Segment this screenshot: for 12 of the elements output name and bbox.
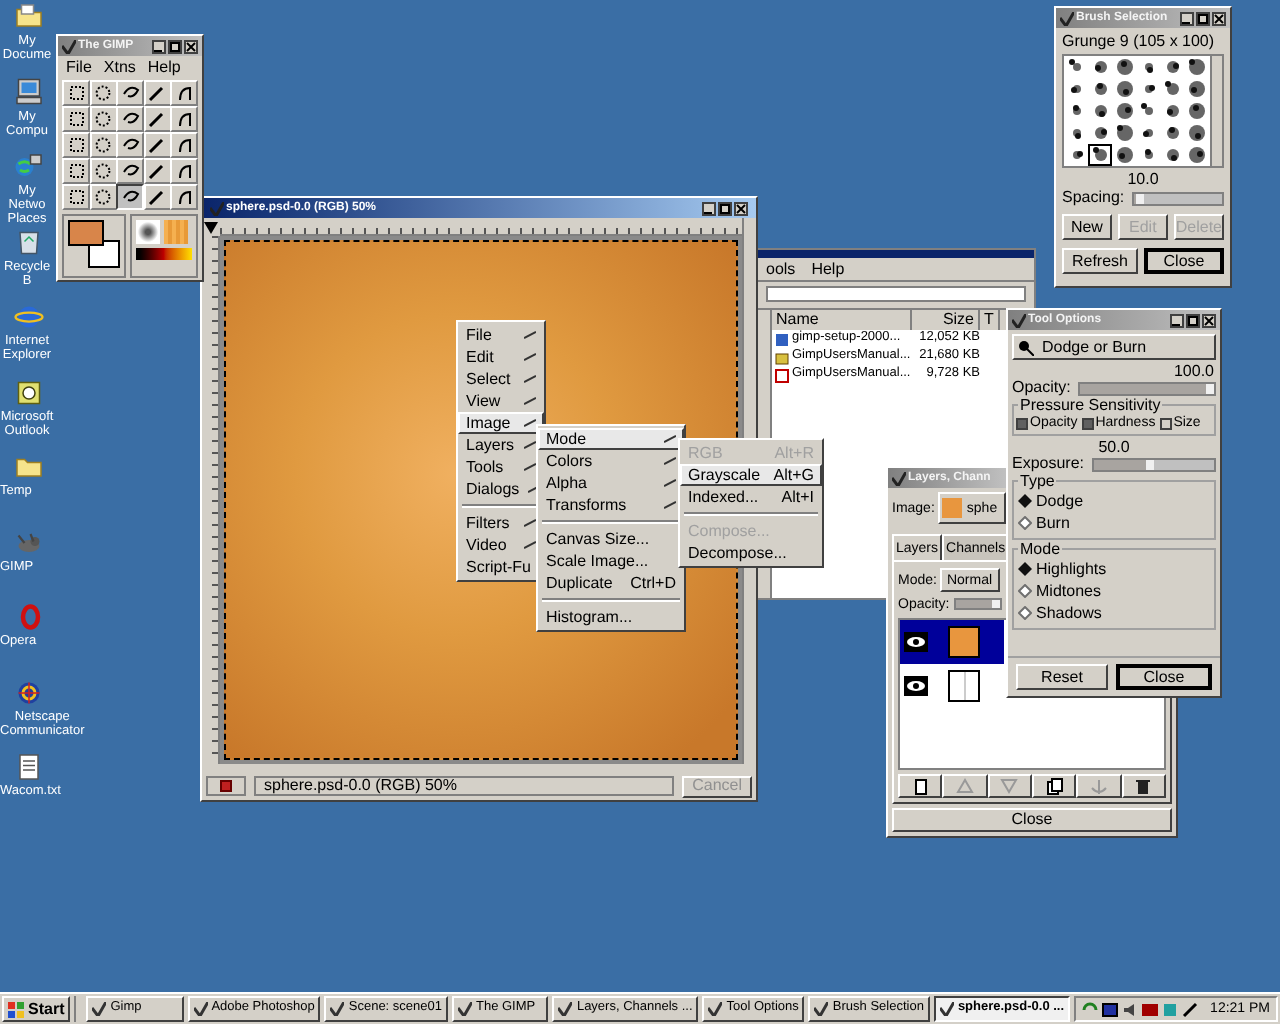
group-title: Pressure Sensitivity xyxy=(1018,398,1163,414)
group-title: Mode xyxy=(1018,542,1063,558)
group-title: Type xyxy=(1018,474,1057,490)
opacity-label: Opacity: xyxy=(1012,380,1071,396)
exposure-label: Exposure: xyxy=(1012,456,1085,472)
spacing-value: 10.0 xyxy=(1125,172,1161,190)
spacing-label: Spacing: xyxy=(1062,190,1125,206)
opacity-value: 100.0 xyxy=(1171,364,1216,380)
brush-name: Grunge 9 (105 x 100) xyxy=(1060,34,1217,52)
tool-name: Dodge or Burn xyxy=(1042,339,1147,355)
exposure-value: 50.0 xyxy=(1098,440,1130,456)
status-bar: sphere.psd-0.0 (RGB) 50% xyxy=(254,776,675,796)
